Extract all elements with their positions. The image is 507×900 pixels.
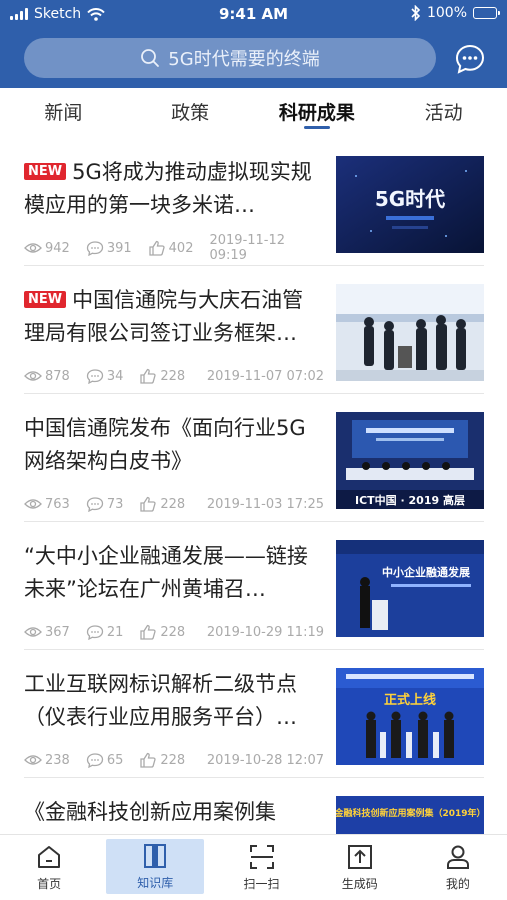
thumb-caption: 中小企业融通发展: [382, 565, 471, 579]
nav-scan[interactable]: 扫一扫: [212, 835, 310, 900]
nav-label: 首页: [37, 877, 62, 891]
like-count: 228: [160, 496, 186, 512]
like-count: 228: [160, 368, 186, 384]
home-icon: [38, 846, 61, 868]
article-title: “大中小企业融通发展——链接未来”论坛在广州黄埔召…: [24, 544, 308, 601]
article-thumbnail: [336, 284, 484, 381]
comment-icon: [86, 625, 103, 640]
comment-count: 391: [106, 240, 132, 256]
user-icon: [446, 845, 469, 869]
article-title: NEW 中国信通院与大庆石油管理局有限公司签订业务框架…: [24, 288, 304, 345]
article-meta: 367 21 228 2019-10-29 11:19: [24, 622, 324, 642]
article-title: NEW 5G将成为推动虚拟现实规模应用的第一块多米诺…: [24, 160, 312, 217]
list-item[interactable]: NEW 中国信通院与大庆石油管理局有限公司签订业务框架… 878 34 228 2…: [24, 266, 484, 394]
article-meta: 763 73 228 2019-11-03 17:25: [24, 494, 324, 514]
tab-research[interactable]: 科研成果: [254, 88, 381, 138]
like-count: 228: [160, 624, 186, 640]
view-count: 367: [45, 624, 70, 640]
article-thumbnail: 金融科技创新应用案例集（2019年）: [336, 796, 484, 834]
nav-label: 扫一扫: [243, 877, 280, 891]
article-title: 《金融科技创新应用案例集: [24, 800, 276, 824]
new-badge: NEW: [24, 291, 67, 308]
nav-label: 知识库: [137, 876, 174, 890]
list-item[interactable]: 《金融科技创新应用案例集 金融科技创新应用案例集（2019年）: [24, 778, 484, 834]
eye-icon: [24, 499, 42, 509]
scan-icon: [249, 845, 274, 869]
search-placeholder: 5G时代需要的终端: [168, 49, 320, 70]
battery-percent: 100%: [426, 5, 467, 21]
nav-profile[interactable]: 我的: [409, 835, 507, 900]
article-thumbnail: 5G时代: [336, 156, 484, 253]
article-thumbnail: ICT中国 · 2019 高层: [336, 412, 484, 509]
list-item[interactable]: “大中小企业融通发展——链接未来”论坛在广州黄埔召… 367 21 228 20…: [24, 522, 484, 650]
article-date: 2019-11-12 09:19: [209, 233, 286, 263]
view-count: 878: [45, 368, 70, 384]
nav-home[interactable]: 首页: [0, 835, 98, 900]
category-tabs: 新闻 政策 科研成果 活动: [0, 88, 507, 138]
thumb-caption: 金融科技创新应用案例集（2019年）: [336, 807, 484, 819]
article-list: NEW 5G将成为推动虚拟现实规模应用的第一块多米诺… 942 391 402 2…: [0, 138, 507, 834]
article-thumbnail: 正式上线: [336, 668, 484, 765]
thumb-caption: 正式上线: [384, 692, 436, 708]
tab-events[interactable]: 活动: [380, 88, 507, 138]
view-count: 763: [45, 496, 70, 512]
article-meta: 878 34 228 2019-11-07 07:02: [24, 366, 324, 386]
like-count: 228: [160, 752, 186, 768]
bluetooth-icon: [411, 5, 421, 21]
thumb-caption: ICT中国 · 2019 高层: [355, 493, 465, 507]
like-icon: [140, 752, 156, 768]
like-icon: [149, 240, 165, 256]
view-count: 942: [45, 240, 70, 256]
battery-icon: [473, 7, 500, 19]
comment-count: 21: [106, 624, 124, 640]
article-title: 中国信通院发布《面向行业5G网络架构白皮书》: [24, 416, 306, 473]
eye-icon: [24, 627, 42, 637]
comment-icon: [86, 241, 103, 256]
eye-icon: [24, 371, 42, 381]
comment-count: 65: [106, 752, 124, 768]
list-item[interactable]: 中国信通院发布《面向行业5G网络架构白皮书》 763 73 228 2019-1…: [24, 394, 484, 522]
view-count: 238: [45, 752, 70, 768]
like-icon: [140, 624, 156, 640]
tab-policy[interactable]: 政策: [127, 88, 254, 138]
search-input[interactable]: 5G时代需要的终端: [24, 38, 436, 78]
app-header: Sketch 9:41 AM 100% 5G时代需要的终端: [0, 0, 507, 88]
nav-label: 生成码: [341, 877, 378, 891]
comment-count: 73: [106, 496, 124, 512]
tab-news[interactable]: 新闻: [0, 88, 127, 138]
nav-generate-code[interactable]: 生成码: [311, 835, 409, 900]
article-meta: 942 391 402 2019-11-12 09:19: [24, 233, 324, 263]
book-icon: [144, 844, 167, 868]
like-icon: [140, 496, 156, 512]
new-badge: NEW: [24, 163, 67, 180]
message-icon[interactable]: [454, 43, 486, 75]
bottom-nav: 首页 知识库 扫一扫 生成码 我的: [0, 834, 507, 900]
like-icon: [140, 368, 156, 384]
comment-count: 34: [106, 368, 124, 384]
like-count: 402: [168, 240, 194, 256]
eye-icon: [24, 243, 42, 253]
status-bar: Sketch 9:41 AM 100%: [0, 0, 507, 30]
article-title: 工业互联网标识解析二级节点（仪表行业应用服务平台）…: [24, 672, 297, 729]
thumb-caption: 5G时代: [375, 187, 445, 211]
article-meta: 238 65 228 2019-10-28 12:07: [24, 750, 324, 770]
article-thumbnail: 中小企业融通发展: [336, 540, 484, 637]
comment-icon: [86, 497, 103, 512]
article-date: 2019-10-28 12:07: [206, 752, 324, 768]
eye-icon: [24, 755, 42, 765]
article-date: 2019-11-03 17:25: [206, 496, 324, 512]
nav-knowledge-base[interactable]: 知识库: [106, 839, 205, 894]
nav-label: 我的: [445, 877, 470, 891]
article-date: 2019-10-29 11:19: [206, 624, 324, 640]
list-item[interactable]: 工业互联网标识解析二级节点（仪表行业应用服务平台）… 238 65 228 20…: [24, 650, 484, 778]
list-item[interactable]: NEW 5G将成为推动虚拟现实规模应用的第一块多米诺… 942 391 402 2…: [24, 138, 484, 266]
qr-generate-icon: [347, 845, 372, 869]
comment-icon: [86, 753, 103, 768]
comment-icon: [86, 369, 103, 384]
search-icon: [141, 49, 160, 67]
article-date: 2019-11-07 07:02: [206, 368, 324, 384]
